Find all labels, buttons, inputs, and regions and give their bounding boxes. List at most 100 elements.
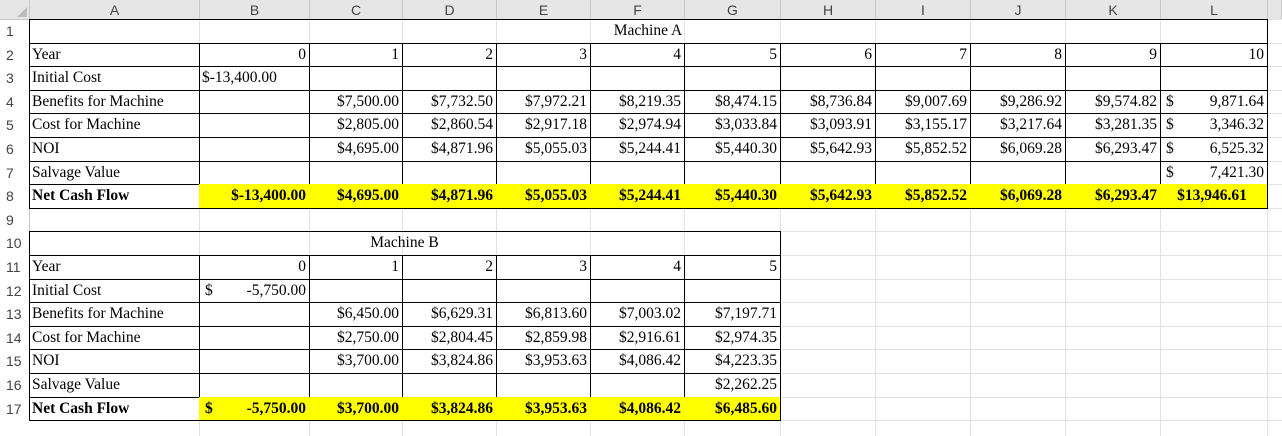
empty-cell[interactable] [309,278,403,304]
machine-b-net-cash-flow[interactable]: $3,953.63 [496,396,591,422]
machine-a-net-cash-flow[interactable]: $6,293.47 [1065,184,1161,209]
empty-cell[interactable] [875,160,971,186]
machine-a-cost-value[interactable]: $2,805.00 [309,113,403,138]
machine-b-benefits-value[interactable]: $6,813.60 [496,302,591,327]
machine-a-net-cash-flow[interactable]: $6,069.28 [970,184,1066,209]
row-header-14[interactable]: 14 [0,326,30,351]
empty-cell[interactable] [402,66,497,91]
machine-b-label-0[interactable]: Year [29,255,200,280]
machine-a-salvage-value[interactable]: $7,421.30 [1160,160,1268,186]
machine-a-net-cash-flow[interactable]: $5,055.03 [496,184,591,209]
row-header-3[interactable]: 3 [0,67,30,91]
machine-a-label-1[interactable]: Initial Cost [29,66,200,91]
machine-a-title[interactable]: Machine A [29,19,1268,44]
empty-cell[interactable] [875,66,971,91]
row-header-10[interactable]: 10 [0,232,30,256]
machine-a-year[interactable]: 6 [780,42,876,68]
empty-cell[interactable] [199,349,310,374]
machine-a-noi-value[interactable]: $5,244.41 [590,137,685,162]
machine-b-benefits-value[interactable]: $6,450.00 [309,302,403,327]
empty-cell[interactable] [1160,66,1268,91]
machine-a-benefits-value[interactable]: $8,474.15 [684,89,781,115]
machine-a-benefits-value[interactable]: $8,736.84 [780,89,876,115]
empty-cell[interactable] [309,160,403,186]
machine-b-noi-value[interactable]: $3,700.00 [309,349,403,374]
machine-b-cost-value[interactable]: $2,974.35 [684,325,781,351]
machine-a-net-cash-flow[interactable]: $13,946.61 [1160,184,1268,209]
empty-cell[interactable] [199,89,310,115]
machine-a-net-cash-flow[interactable]: $5,642.93 [780,184,876,209]
spreadsheet[interactable]: ABCDEFGHIJKL 1 2 3 4 5 6 7 8 9 10 11 12 13 14 15 16 17 M… [0,0,1282,436]
empty-cell[interactable] [780,160,876,186]
machine-a-benefits-value[interactable]: $7,972.21 [496,89,591,115]
machine-a-cost-value[interactable]: $2,917.18 [496,113,591,138]
row-header-11[interactable]: 11 [0,256,30,280]
machine-a-net-cash-flow[interactable]: $5,440.30 [684,184,781,209]
machine-a-net-cash-flow[interactable]: $5,244.41 [590,184,685,209]
column-header-j[interactable]: J [971,0,1066,20]
row-header-15[interactable]: 15 [0,350,30,374]
machine-a-cost-value[interactable]: $3,033.84 [684,113,781,138]
machine-b-year[interactable]: 5 [684,255,781,280]
machine-a-cost-value[interactable]: $3,281.35 [1065,113,1161,138]
machine-a-year[interactable]: 5 [684,42,781,68]
machine-a-year[interactable]: 0 [199,42,310,68]
machine-a-cost-value[interactable]: $2,974.94 [590,113,685,138]
machine-a-benefits-value[interactable]: $7,732.50 [402,89,497,115]
machine-b-cost-value[interactable]: $2,916.61 [590,325,685,351]
machine-a-benefits-value[interactable]: $7,500.00 [309,89,403,115]
machine-a-noi-value[interactable]: $6,069.28 [970,137,1066,162]
machine-a-benefits-value[interactable]: $9,286.92 [970,89,1066,115]
empty-cell[interactable] [590,66,685,91]
machine-b-label-5[interactable]: Salvage Value [29,373,200,398]
machine-b-salvage-value[interactable]: $2,262.25 [684,373,781,398]
empty-cell[interactable] [199,325,310,351]
empty-cell[interactable] [684,66,781,91]
machine-b-net-cash-flow[interactable]: $4,086.42 [590,396,685,422]
machine-a-noi-value[interactable]: $4,695.00 [309,137,403,162]
machine-b-net-cash-flow[interactable]: $3,824.86 [402,396,497,422]
empty-cell[interactable] [970,66,1066,91]
empty-cell[interactable] [496,66,591,91]
empty-cell[interactable] [496,373,591,398]
machine-a-noi-value[interactable]: $6,525.32 [1160,137,1268,162]
machine-b-label-1[interactable]: Initial Cost [29,278,200,304]
machine-a-label-3[interactable]: Cost for Machine [29,113,200,138]
empty-cell[interactable] [199,113,310,138]
column-header-g[interactable]: G [685,0,781,20]
empty-cell[interactable] [684,278,781,304]
row-header-2[interactable]: 2 [0,43,30,68]
machine-a-year[interactable]: 3 [496,42,591,68]
empty-cell[interactable] [970,160,1066,186]
empty-cell[interactable] [402,160,497,186]
row-header-9[interactable]: 9 [0,208,30,233]
machine-a-year[interactable]: 10 [1160,42,1268,68]
empty-cell[interactable] [1065,66,1161,91]
machine-a-noi-value[interactable]: $5,055.03 [496,137,591,162]
column-header-f[interactable]: F [591,0,685,20]
row-header-8[interactable]: 8 [0,185,30,209]
machine-b-label-2[interactable]: Benefits for Machine [29,302,200,327]
row-header-6[interactable]: 6 [0,138,30,162]
machine-b-net-cash-flow[interactable]: $6,485.60 [684,396,781,422]
empty-cell[interactable] [309,373,403,398]
column-header-c[interactable]: C [310,0,403,20]
machine-b-noi-value[interactable]: $4,223.35 [684,349,781,374]
select-all-corner[interactable] [0,0,30,20]
machine-b-cost-value[interactable]: $2,750.00 [309,325,403,351]
machine-b-year[interactable]: 4 [590,255,685,280]
machine-a-year[interactable]: 8 [970,42,1066,68]
row-header-16[interactable]: 16 [0,374,30,398]
machine-a-noi-value[interactable]: $4,871.96 [402,137,497,162]
machine-a-year[interactable]: 1 [309,42,403,68]
machine-a-year[interactable]: 9 [1065,42,1161,68]
machine-b-benefits-value[interactable]: $6,629.31 [402,302,497,327]
machine-b-label-4[interactable]: NOI [29,349,200,374]
machine-a-noi-value[interactable]: $5,852.52 [875,137,971,162]
machine-b-noi-value[interactable]: $4,086.42 [590,349,685,374]
machine-a-net-cash-flow[interactable]: $5,852.52 [875,184,971,209]
machine-a-noi-value[interactable]: $5,642.93 [780,137,876,162]
machine-b-cost-value[interactable]: $2,804.45 [402,325,497,351]
machine-a-cost-value[interactable]: $3,217.64 [970,113,1066,138]
empty-cell[interactable] [590,373,685,398]
